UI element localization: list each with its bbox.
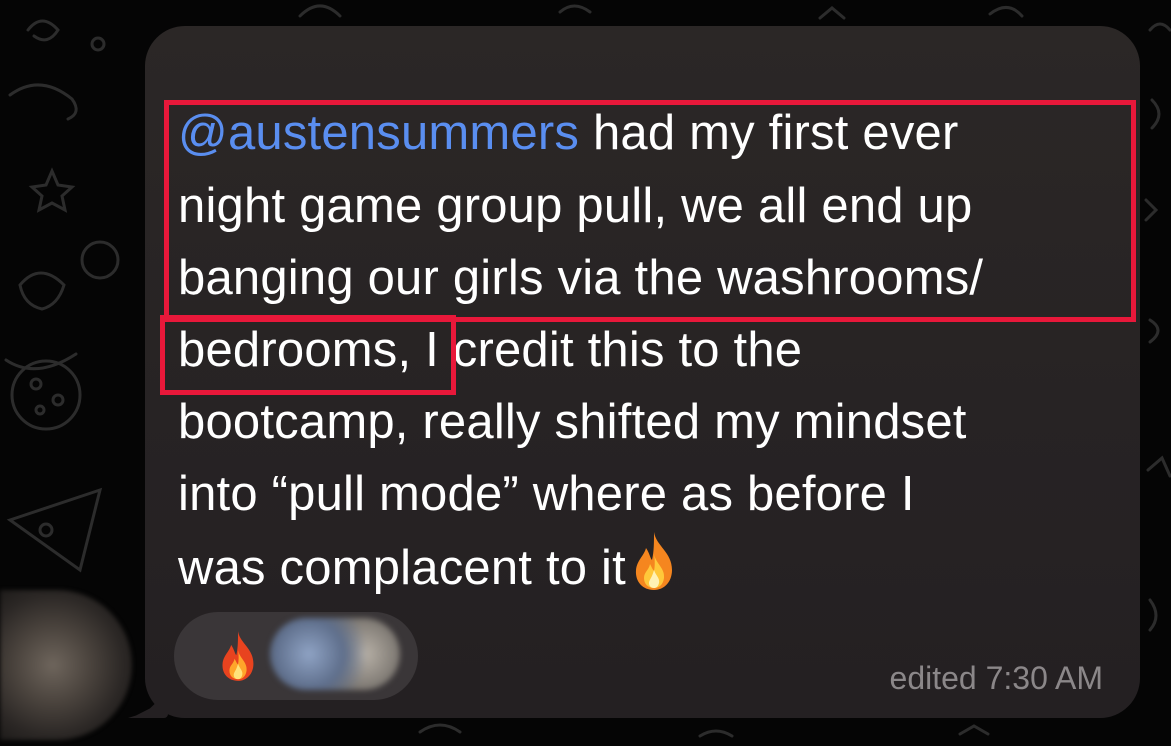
fire-icon [626,530,682,612]
message-text: was complacent to it [178,541,626,595]
message-line-7: was complacent to it [178,530,682,612]
message-line-5: bootcamp, really shifted my mindset [178,395,967,449]
edited-timestamp: edited 7:30 AM [889,660,1103,696]
highlight-box-top [164,100,1136,322]
fire-icon[interactable] [214,628,262,689]
message-text: I credit this to the [411,323,803,377]
highlight-box-bedrooms [160,315,456,395]
reactor-avatars[interactable] [270,618,400,690]
message-line-6: into “pull mode” where as before I [178,467,915,521]
